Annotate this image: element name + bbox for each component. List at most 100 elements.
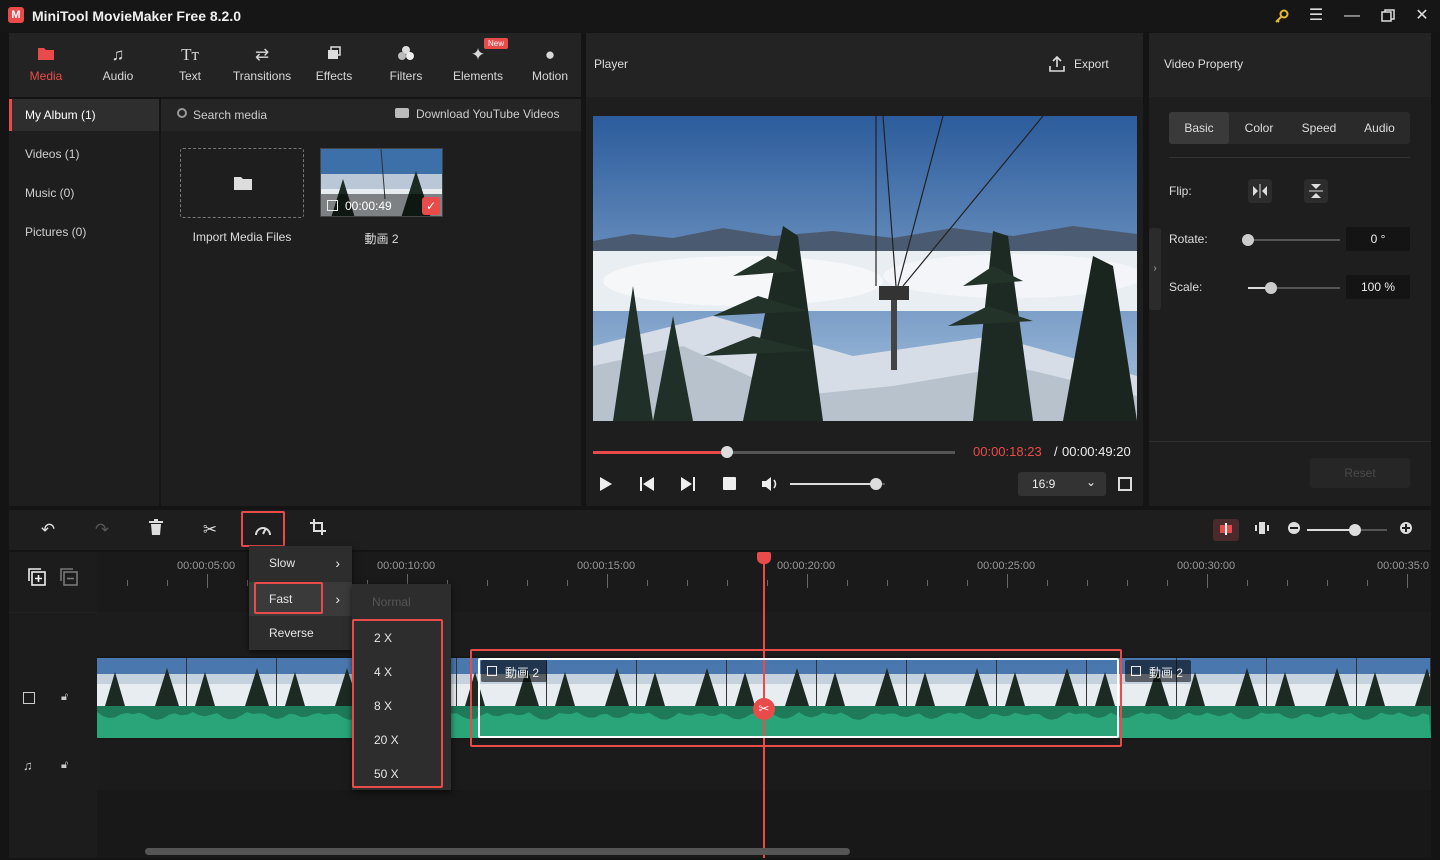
aspect-ratio-value: 16:9 bbox=[1032, 477, 1056, 491]
minimize-icon[interactable]: — bbox=[1338, 4, 1366, 28]
speed-option-4x[interactable]: 4 X bbox=[354, 655, 441, 689]
video-preview bbox=[593, 116, 1137, 421]
sidebar-item-my-album[interactable]: My Album (1) bbox=[9, 99, 159, 131]
video-frame-image bbox=[593, 116, 1137, 421]
zoom-slider[interactable] bbox=[1307, 524, 1387, 536]
speed-option-20x[interactable]: 20 X bbox=[354, 723, 441, 757]
maximize-icon[interactable] bbox=[1374, 4, 1402, 28]
clip-frame-thumbnail bbox=[187, 658, 277, 706]
lock-icon[interactable]: 🔓︎ bbox=[61, 759, 68, 772]
media-clip-name: 動画 2 bbox=[364, 232, 399, 246]
stop-icon[interactable] bbox=[723, 477, 736, 490]
playback-progress-track[interactable] bbox=[593, 446, 955, 458]
rotate-handle[interactable] bbox=[1242, 234, 1254, 246]
media-icon bbox=[10, 45, 82, 66]
tab-filters[interactable]: Filters bbox=[370, 33, 442, 97]
tab-effects[interactable]: Effects bbox=[298, 33, 370, 97]
speed-option-50x[interactable]: 50 X bbox=[354, 757, 441, 791]
player-title: Player bbox=[594, 57, 629, 71]
flip-horizontal-icon[interactable] bbox=[1248, 179, 1272, 203]
close-icon[interactable]: ✕ bbox=[1408, 4, 1436, 28]
add-track-icon[interactable] bbox=[28, 568, 46, 589]
play-icon[interactable] bbox=[599, 476, 613, 495]
media-clip-thumbnail[interactable]: 00:00:49 ✓ bbox=[320, 148, 443, 217]
remove-track-icon[interactable] bbox=[60, 568, 78, 589]
export-button[interactable]: Export bbox=[1074, 57, 1109, 71]
tab-elements[interactable]: ✦ New Elements bbox=[442, 33, 514, 97]
ruler-tick bbox=[247, 580, 248, 586]
ruler-label: 00:00:25:00 bbox=[977, 560, 1036, 572]
zoom-fill bbox=[1307, 529, 1355, 531]
ruler-tick bbox=[847, 580, 848, 586]
tab-transitions[interactable]: ⇄ Transitions bbox=[226, 33, 298, 97]
tab-color[interactable]: Color bbox=[1229, 112, 1289, 144]
download-youtube-button[interactable]: Download YouTube Videos bbox=[416, 107, 559, 121]
volume-icon[interactable] bbox=[761, 476, 779, 495]
import-media-button[interactable] bbox=[180, 148, 304, 218]
tab-audio-property[interactable]: Audio bbox=[1349, 112, 1410, 144]
redo-icon[interactable]: ↷ bbox=[87, 510, 117, 550]
fullscreen-icon[interactable] bbox=[1118, 477, 1132, 491]
crop-icon[interactable] bbox=[303, 510, 333, 550]
divider bbox=[1149, 441, 1431, 442]
menu-item-slow[interactable]: Slow › bbox=[249, 546, 352, 580]
ruler-tick-major bbox=[1007, 574, 1008, 588]
menu-icon[interactable]: ☰ bbox=[1302, 4, 1330, 28]
search-input[interactable]: Search media bbox=[193, 108, 267, 122]
delete-icon[interactable] bbox=[141, 510, 171, 550]
volume-slider[interactable] bbox=[790, 478, 885, 490]
tab-basic[interactable]: Basic bbox=[1169, 112, 1229, 144]
sidebar-item-videos[interactable]: Videos (1) bbox=[9, 138, 159, 170]
flip-vertical-icon[interactable] bbox=[1304, 179, 1328, 203]
previous-frame-icon[interactable] bbox=[640, 476, 654, 495]
media-search-bar: Search media Download YouTube Videos bbox=[161, 99, 581, 131]
key-icon[interactable] bbox=[1268, 4, 1296, 28]
magnet-snap-icon[interactable] bbox=[1213, 519, 1239, 541]
tab-motion[interactable]: ● Motion bbox=[514, 33, 586, 97]
volume-handle[interactable] bbox=[869, 478, 882, 490]
lock-icon[interactable]: 🔓︎ bbox=[61, 691, 68, 704]
ruler-tick-major bbox=[1207, 574, 1208, 588]
zoom-in-icon[interactable] bbox=[1391, 510, 1421, 550]
undo-icon[interactable]: ↶ bbox=[33, 510, 63, 550]
clip-frame-thumbnail bbox=[1357, 658, 1431, 706]
reset-button[interactable]: Reset bbox=[1310, 458, 1410, 488]
speed-button[interactable] bbox=[241, 511, 285, 547]
zoom-out-icon[interactable] bbox=[1279, 510, 1309, 550]
rotate-field[interactable]: 0 ° bbox=[1346, 227, 1410, 251]
app-window: M MiniTool MovieMaker Free 8.2.0 ☰ — ✕ M… bbox=[0, 0, 1440, 860]
timeline-horizontal-scrollbar[interactable] bbox=[145, 848, 850, 855]
speed-option-8x[interactable]: 8 X bbox=[354, 689, 441, 723]
menu-item-reverse[interactable]: Reverse bbox=[249, 616, 352, 650]
collapse-panel-handle[interactable]: › bbox=[1149, 228, 1161, 310]
speed-option-2x[interactable]: 2 X bbox=[354, 621, 441, 655]
fast-options-highlight-box: 2 X 4 X 8 X 20 X 50 X bbox=[352, 619, 443, 788]
scale-slider[interactable] bbox=[1248, 282, 1340, 294]
sidebar-item-music[interactable]: Music (0) bbox=[9, 177, 159, 209]
split-icon[interactable]: ✂ bbox=[195, 510, 225, 550]
timeline-clip-selected[interactable] bbox=[478, 658, 1119, 738]
playback-progress-handle[interactable] bbox=[720, 446, 733, 458]
rotate-slider[interactable] bbox=[1242, 234, 1340, 246]
scale-handle[interactable] bbox=[1265, 282, 1277, 294]
timeline-toolbar: ↶ ↷ ✂ bbox=[9, 510, 1431, 550]
tab-text[interactable]: Tт Text bbox=[154, 33, 226, 97]
main-toolbar: Media ♫ Audio Tт Text ⇄ Transitions Effe… bbox=[9, 33, 581, 97]
tab-audio[interactable]: ♫ Audio bbox=[82, 33, 154, 97]
sidebar-item-pictures[interactable]: Pictures (0) bbox=[9, 216, 159, 248]
aspect-ratio-select[interactable]: 16:9 ⌄ bbox=[1018, 472, 1106, 496]
ruler-label: 00:00:15:00 bbox=[577, 560, 636, 572]
ruler-label: 00:00:05:00 bbox=[177, 560, 236, 572]
tab-media[interactable]: Media bbox=[10, 33, 82, 97]
tab-speed[interactable]: Speed bbox=[1289, 112, 1349, 144]
search-icon bbox=[177, 108, 187, 118]
playhead-handle[interactable] bbox=[757, 552, 771, 564]
ruler-tick bbox=[1327, 580, 1328, 586]
next-frame-icon[interactable] bbox=[681, 476, 695, 495]
scale-field[interactable]: 100 % bbox=[1346, 275, 1410, 299]
fit-timeline-icon[interactable] bbox=[1247, 510, 1277, 550]
zoom-handle[interactable] bbox=[1349, 524, 1361, 536]
ruler-tick bbox=[1167, 580, 1168, 586]
chevron-right-icon: › bbox=[335, 591, 340, 607]
ruler-tick bbox=[727, 580, 728, 586]
